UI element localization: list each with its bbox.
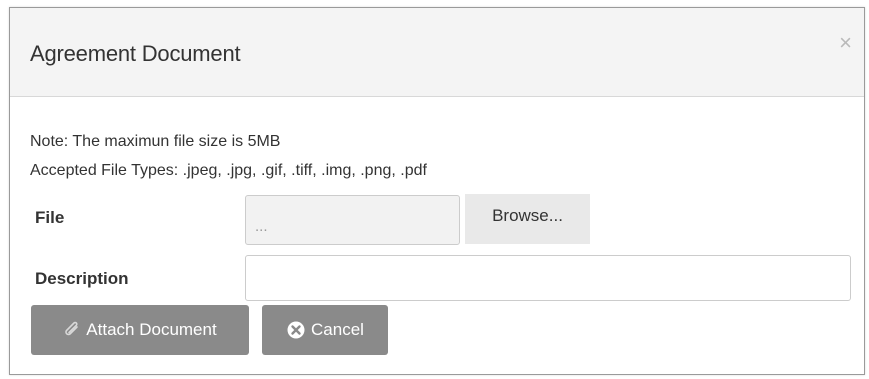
attach-document-button[interactable]: Attach Document — [31, 305, 249, 355]
description-label: Description — [35, 269, 129, 288]
accepted-file-types-note: Accepted File Types: .jpeg, .jpg, .gif, … — [30, 162, 427, 179]
cancel-button[interactable]: Cancel — [262, 305, 388, 355]
file-label: File — [35, 208, 65, 227]
times-circle-icon — [286, 320, 306, 340]
attach-document-label: Attach Document — [86, 320, 217, 339]
dialog-header: Agreement Document × — [10, 8, 864, 97]
max-file-size-note: Note: The maximun file size is 5MB — [30, 133, 281, 150]
dialog-title: Agreement Document — [30, 41, 241, 66]
paperclip-icon — [63, 320, 81, 340]
browse-button[interactable]: Browse... — [465, 194, 590, 244]
cancel-label: Cancel — [311, 320, 364, 339]
close-button[interactable]: × — [839, 32, 852, 54]
file-input[interactable]: ... — [245, 195, 460, 245]
agreement-document-dialog: Agreement Document × Note: The maximun f… — [9, 7, 865, 375]
description-input[interactable] — [245, 255, 851, 301]
